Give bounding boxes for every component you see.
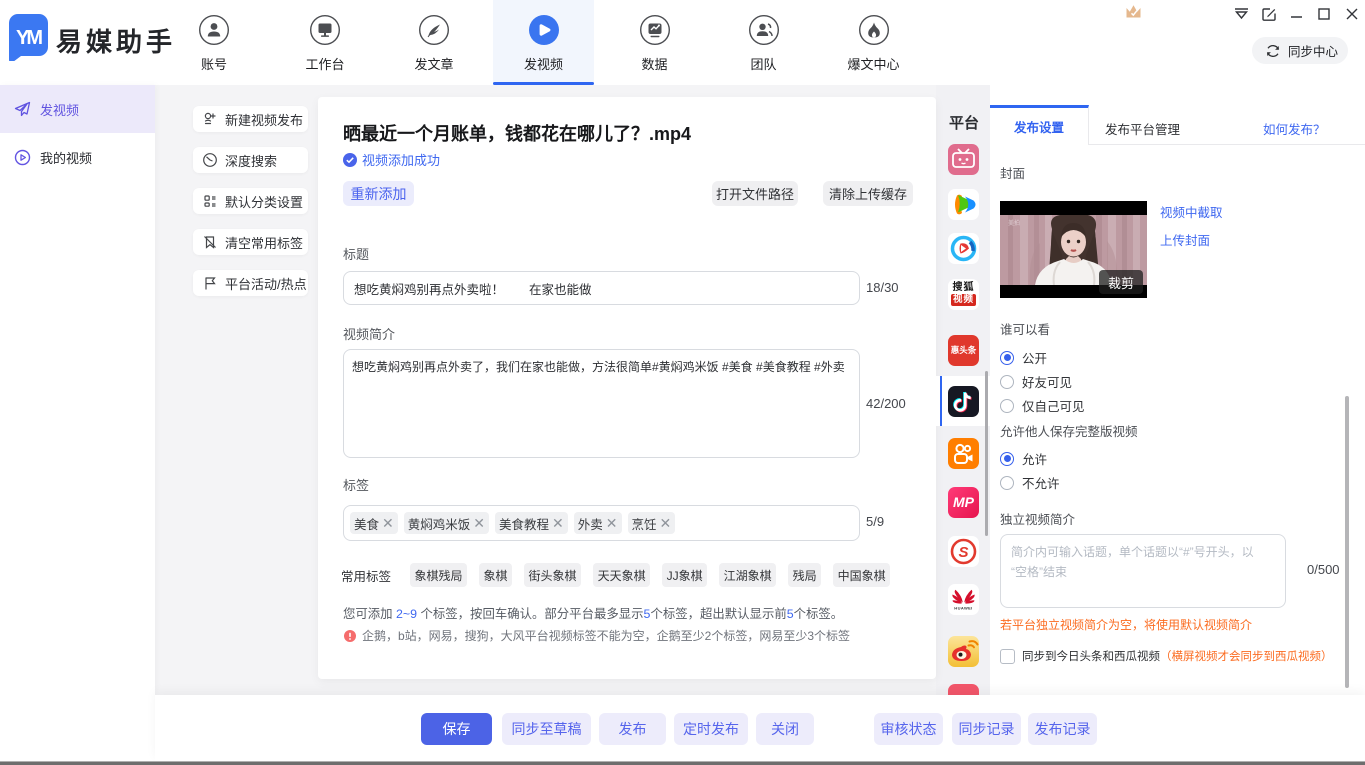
svg-text:S: S [958, 544, 968, 561]
svg-text:美拍: 美拍 [1008, 219, 1020, 227]
svg-text:HUAWEI: HUAWEI [954, 606, 972, 611]
svg-text:YM: YM [16, 27, 42, 49]
